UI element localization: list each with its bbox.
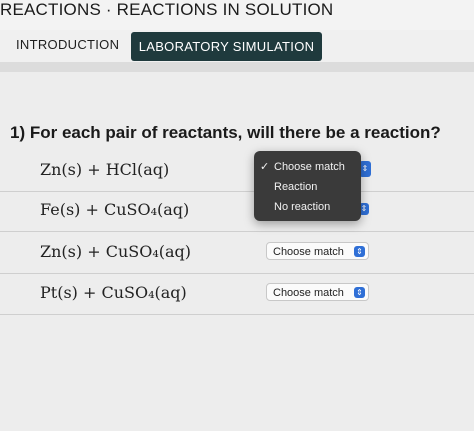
reactant-equation: Zn(s) + HCl(aq) bbox=[40, 160, 170, 179]
dropdown-option-reaction[interactable]: Reaction bbox=[254, 177, 361, 197]
check-icon: ✓ bbox=[260, 161, 270, 173]
top-bar: REACTIONS · REACTIONS IN SOLUTION bbox=[0, 0, 474, 30]
option-label: Reaction bbox=[274, 181, 318, 193]
table-row: Zn(s) + HCl(aq) bbox=[0, 152, 474, 192]
updown-chevron-icon: ⇕ bbox=[354, 246, 365, 257]
dropdown-option-no-reaction[interactable]: No reaction bbox=[254, 197, 361, 217]
select-value: Choose match bbox=[273, 246, 344, 258]
match-select[interactable]: Choose match ⇕ bbox=[266, 283, 369, 301]
select-value: Choose match bbox=[273, 287, 344, 299]
breadcrumb: REACTIONS · REACTIONS IN SOLUTION bbox=[0, 0, 334, 19]
reactant-equation: Fe(s) + CuSO₄(aq) bbox=[40, 200, 190, 219]
table-row: Fe(s) + CuSO₄(aq) bbox=[0, 192, 474, 232]
reactant-equation: Zn(s) + CuSO₄(aq) bbox=[40, 242, 191, 261]
main-content: 1) For each pair of reactants, will ther… bbox=[0, 72, 474, 431]
updown-chevron-icon: ⇕ bbox=[354, 287, 365, 298]
dropdown-option-choose-match[interactable]: ✓ Choose match bbox=[254, 157, 361, 177]
table-row: Zn(s) + CuSO₄(aq) Choose match ⇕ bbox=[0, 234, 474, 274]
table-row: Pt(s) + CuSO₄(aq) Choose match ⇕ bbox=[0, 275, 474, 315]
option-label: Choose match bbox=[274, 161, 345, 173]
tab-bar: INTRODUCTION LABORATORY SIMULATION bbox=[0, 30, 474, 62]
reactant-equation: Pt(s) + CuSO₄(aq) bbox=[40, 283, 187, 302]
row-divider bbox=[0, 314, 474, 315]
question-text: 1) For each pair of reactants, will ther… bbox=[10, 123, 441, 142]
match-select[interactable]: Choose match ⇕ bbox=[266, 242, 369, 260]
divider-band bbox=[0, 62, 474, 72]
dropdown-menu: ✓ Choose match Reaction No reaction bbox=[254, 151, 361, 221]
row-divider bbox=[0, 273, 474, 274]
tab-introduction[interactable]: INTRODUCTION bbox=[16, 37, 119, 52]
option-label: No reaction bbox=[274, 201, 331, 213]
row-divider bbox=[0, 231, 474, 232]
tab-laboratory-simulation[interactable]: LABORATORY SIMULATION bbox=[131, 32, 322, 61]
